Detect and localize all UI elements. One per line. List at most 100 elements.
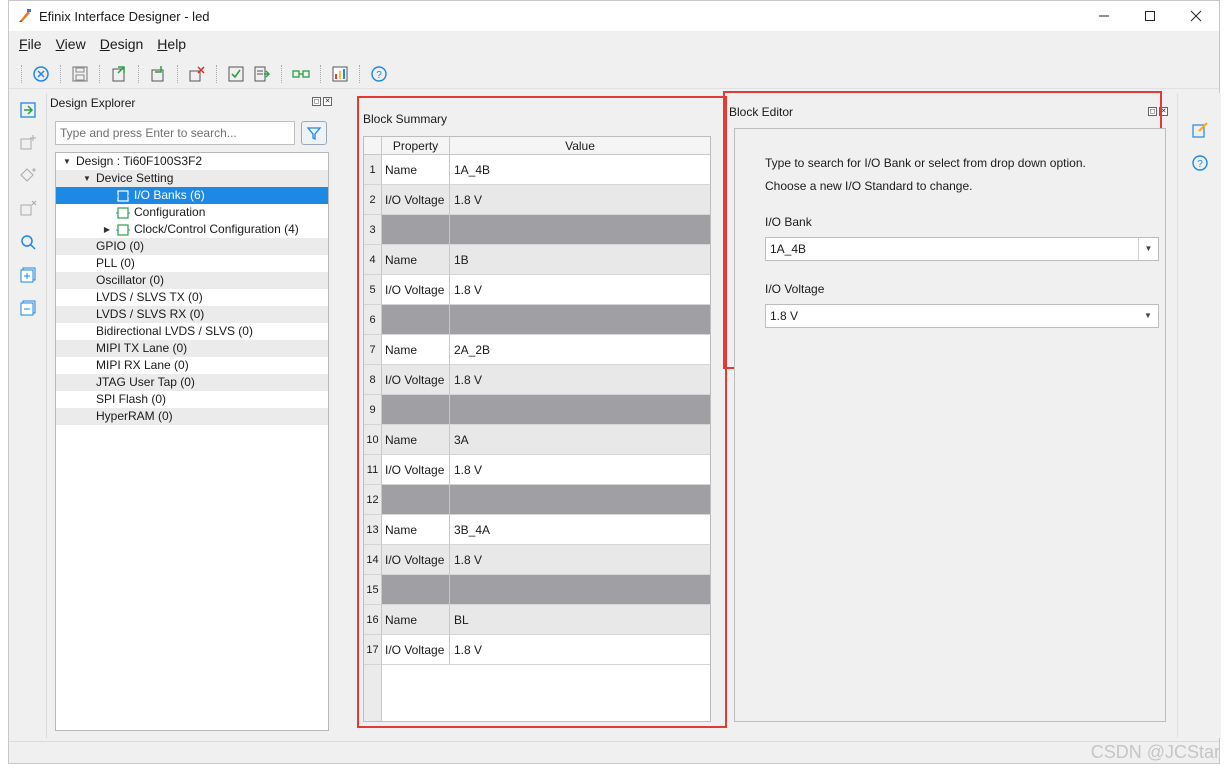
export-button[interactable]: [106, 62, 132, 86]
row-number: 9: [364, 395, 382, 425]
edit-block-button[interactable]: [1178, 113, 1222, 146]
table-row[interactable]: 3: [364, 215, 710, 245]
close-design-button[interactable]: [28, 62, 54, 86]
value-cell[interactable]: BL: [450, 605, 710, 635]
value-cell[interactable]: [450, 305, 710, 335]
table-row[interactable]: 13 Name 3B_4A: [364, 515, 710, 545]
value-cell[interactable]: 1.8 V: [450, 635, 710, 665]
table-row[interactable]: 1 Name 1A_4B: [364, 155, 710, 185]
tree-item[interactable]: ▼ Design : Ti60F100S3F2: [56, 153, 328, 170]
tree-item[interactable]: SPI Flash (0): [56, 391, 328, 408]
delete-instance-icon: [20, 200, 37, 215]
tree-item[interactable]: I/O Banks (6): [56, 187, 328, 204]
value-cell[interactable]: [450, 575, 710, 605]
io-voltage-select[interactable]: 1.8 V ▼: [765, 304, 1159, 328]
value-cell[interactable]: [450, 485, 710, 515]
chevron-down-icon[interactable]: ▼: [1138, 238, 1158, 260]
create-block-button[interactable]: [9, 126, 47, 159]
menu-label: elp: [167, 36, 187, 52]
value-cell[interactable]: 1A_4B: [450, 155, 710, 185]
value-cell[interactable]: [450, 215, 710, 245]
table-row[interactable]: 16 Name BL: [364, 605, 710, 635]
block-summary-title: Block Summary: [363, 112, 448, 126]
tree-item[interactable]: MIPI TX Lane (0): [56, 340, 328, 357]
app-window: Efinix Interface Designer - led File View…: [8, 0, 1222, 764]
expand-all-button[interactable]: [9, 258, 47, 291]
expand-arrow-icon[interactable]: ▼: [82, 170, 92, 187]
tree-item[interactable]: Configuration: [56, 204, 328, 221]
table-row[interactable]: 11 I/O Voltage 1.8 V: [364, 455, 710, 485]
report-button[interactable]: [327, 62, 353, 86]
link-icon: [292, 69, 310, 78]
tree-item-label: JTAG User Tap (0): [96, 375, 195, 389]
value-cell[interactable]: 1B: [450, 245, 710, 275]
close-window-button[interactable]: [1173, 1, 1219, 31]
property-cell: [382, 305, 450, 335]
tree-item[interactable]: ▼ Device Setting: [56, 170, 328, 187]
table-row[interactable]: 7 Name 2A_2B: [364, 335, 710, 365]
menu-design[interactable]: Design: [100, 36, 144, 52]
value-cell[interactable]: 3A: [450, 425, 710, 455]
collapse-arrow-icon[interactable]: ▶: [102, 221, 112, 238]
filter-button[interactable]: [301, 121, 327, 145]
table-row[interactable]: 9: [364, 395, 710, 425]
table-row[interactable]: 17 I/O Voltage 1.8 V: [364, 635, 710, 665]
find-button[interactable]: [9, 225, 47, 258]
tree-item[interactable]: LVDS / SLVS TX (0): [56, 289, 328, 306]
table-row[interactable]: 14 I/O Voltage 1.8 V: [364, 545, 710, 575]
search-input[interactable]: [55, 121, 295, 145]
add-block-button[interactable]: [9, 93, 47, 126]
delete-instance-button[interactable]: [9, 192, 47, 225]
float-panel-button[interactable]: ◻: [312, 97, 321, 106]
save-button[interactable]: [67, 62, 93, 86]
tree-item[interactable]: JTAG User Tap (0): [56, 374, 328, 391]
table-row[interactable]: 2 I/O Voltage 1.8 V: [364, 185, 710, 215]
import-button[interactable]: [145, 62, 171, 86]
table-row[interactable]: 10 Name 3A: [364, 425, 710, 455]
tree-item[interactable]: LVDS / SLVS RX (0): [56, 306, 328, 323]
maximize-button[interactable]: [1127, 1, 1173, 31]
tree-item[interactable]: HyperRAM (0): [56, 408, 328, 425]
collapse-all-button[interactable]: [9, 291, 47, 324]
value-cell[interactable]: 3B_4A: [450, 515, 710, 545]
delete-block-button[interactable]: [184, 62, 210, 86]
generate-icon: [254, 66, 270, 81]
property-cell: [382, 395, 450, 425]
check-design-button[interactable]: [223, 62, 249, 86]
table-row[interactable]: 5 I/O Voltage 1.8 V: [364, 275, 710, 305]
tree-item[interactable]: ▶ Clock/Control Configuration (4): [56, 221, 328, 238]
generate-button[interactable]: [249, 62, 275, 86]
create-instance-button[interactable]: [9, 159, 47, 192]
chevron-down-icon[interactable]: ▼: [1138, 305, 1158, 327]
value-cell[interactable]: 1.8 V: [450, 275, 710, 305]
tree-item[interactable]: Bidirectional LVDS / SLVS (0): [56, 323, 328, 340]
menu-view[interactable]: View: [56, 36, 86, 52]
table-row[interactable]: 15: [364, 575, 710, 605]
value-cell[interactable]: 2A_2B: [450, 335, 710, 365]
help-button[interactable]: ?: [366, 62, 392, 86]
menu-mnemonic: V: [55, 36, 65, 52]
table-row[interactable]: 12: [364, 485, 710, 515]
table-row[interactable]: 4 Name 1B: [364, 245, 710, 275]
value-cell[interactable]: 1.8 V: [450, 365, 710, 395]
minimize-button[interactable]: [1081, 1, 1127, 31]
io-bank-combobox[interactable]: 1A_4B ▼: [765, 237, 1159, 261]
table-row[interactable]: 8 I/O Voltage 1.8 V: [364, 365, 710, 395]
tree-item-label: Oscillator (0): [96, 273, 165, 287]
tree-item[interactable]: GPIO (0): [56, 238, 328, 255]
connect-button[interactable]: [288, 62, 314, 86]
help-icon: ?: [371, 65, 387, 82]
value-cell[interactable]: 1.8 V: [450, 455, 710, 485]
value-cell[interactable]: 1.8 V: [450, 545, 710, 575]
tree-item[interactable]: PLL (0): [56, 255, 328, 272]
editor-help-button[interactable]: ?: [1178, 146, 1222, 179]
expand-arrow-icon[interactable]: ▼: [62, 153, 72, 170]
tree-item[interactable]: MIPI RX Lane (0): [56, 357, 328, 374]
close-panel-button[interactable]: ✕: [323, 97, 332, 106]
value-cell[interactable]: [450, 395, 710, 425]
menu-file[interactable]: File: [19, 36, 42, 52]
tree-item[interactable]: Oscillator (0): [56, 272, 328, 289]
table-row[interactable]: 6: [364, 305, 710, 335]
value-cell[interactable]: 1.8 V: [450, 185, 710, 215]
menu-help[interactable]: Help: [157, 36, 186, 52]
